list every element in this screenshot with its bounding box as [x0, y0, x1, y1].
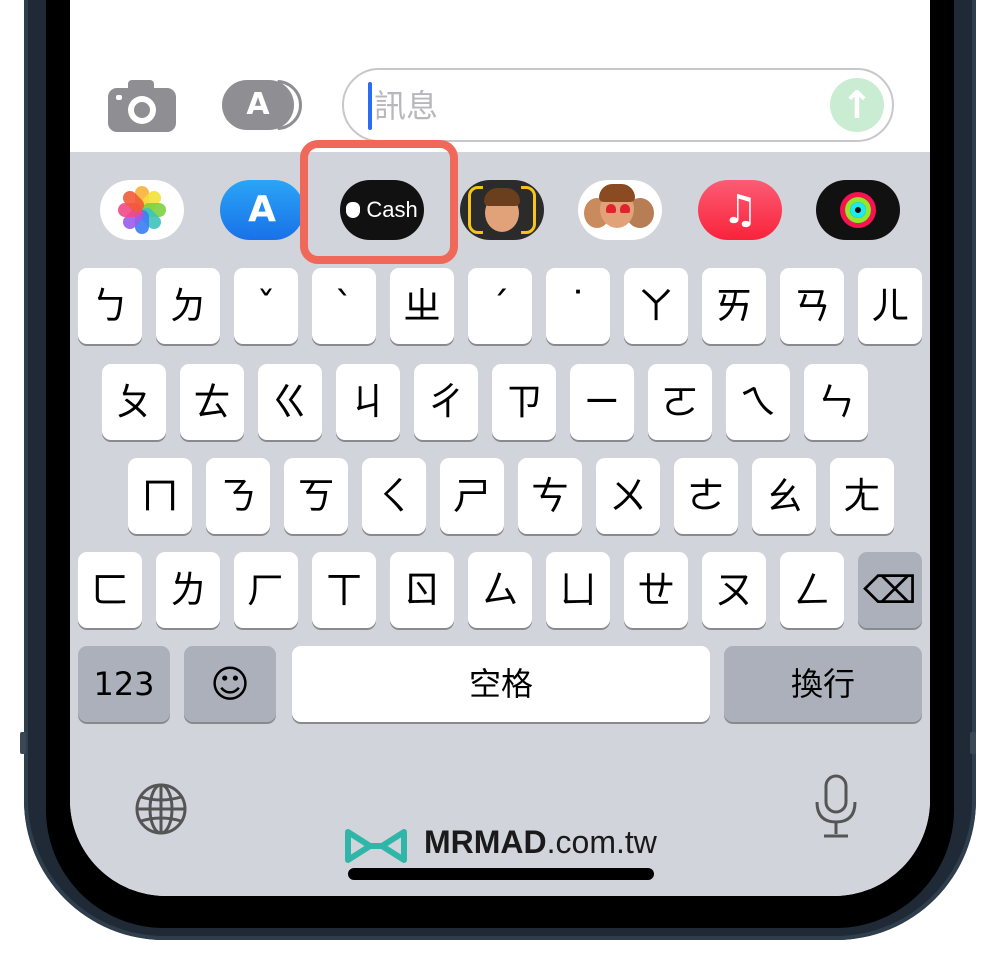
app-store-icon: A	[248, 189, 276, 230]
key-row4-9[interactable]: ㄡ	[702, 552, 766, 628]
keyboard-area: A Cash ♫ ㄅ ㄉ ˇ ˋ ㄓ ˊ ˙ ㄚ ㄞ ㄢ ㄦ ㄆ ㄊ ㄍ ㄐ ㄔ…	[70, 140, 930, 896]
key-row2-6[interactable]: ㄗ	[492, 364, 556, 440]
key-row3-4[interactable]: ㄑ	[362, 458, 426, 534]
watermark: MRMAD.com.tw	[340, 822, 680, 872]
app-store-icon: A	[222, 80, 294, 130]
text-cursor	[368, 82, 372, 130]
key-row4-8[interactable]: ㄝ	[624, 552, 688, 628]
key-row4-2[interactable]: ㄌ	[156, 552, 220, 628]
app-store-app-button[interactable]: A	[220, 180, 304, 240]
key-row1-6[interactable]: ˊ	[468, 268, 532, 344]
activity-app-button[interactable]	[816, 180, 900, 240]
microphone-icon[interactable]	[812, 774, 860, 840]
app-drawer: A Cash ♫	[70, 176, 930, 246]
photos-icon	[100, 180, 184, 240]
key-row4-4[interactable]: ㄒ	[312, 552, 376, 628]
key-row1-4[interactable]: ˋ	[312, 268, 376, 344]
key-row3-2[interactable]: ㄋ	[206, 458, 270, 534]
key-row1-9[interactable]: ㄞ	[702, 268, 766, 344]
key-row2-7[interactable]: ㄧ	[570, 364, 634, 440]
key-row3-6[interactable]: ㄘ	[518, 458, 582, 534]
arrow-up-icon: ↑	[841, 83, 873, 127]
key-row2-1[interactable]: ㄆ	[102, 364, 166, 440]
key-row3-1[interactable]: ㄇ	[128, 458, 192, 534]
key-row2-4[interactable]: ㄐ	[336, 364, 400, 440]
memoji-stickers-icon	[578, 180, 662, 240]
key-row2-10[interactable]: ㄣ	[804, 364, 868, 440]
music-app-button[interactable]: ♫	[698, 180, 782, 240]
key-row1-10[interactable]: ㄢ	[780, 268, 844, 344]
photos-app-button[interactable]	[100, 180, 184, 240]
mrmad-logo-icon	[344, 826, 408, 866]
key-row3-9[interactable]: ㄠ	[752, 458, 816, 534]
side-button-right	[970, 732, 976, 754]
memoji-app-button[interactable]	[460, 180, 544, 240]
key-row1-1[interactable]: ㄅ	[78, 268, 142, 344]
send-button[interactable]: ↑	[830, 78, 884, 132]
key-row3-3[interactable]: ㄎ	[284, 458, 348, 534]
key-row3-8[interactable]: ㄜ	[674, 458, 738, 534]
message-placeholder: 訊息	[374, 87, 439, 125]
message-input-bar: A 訊息 ↑	[70, 0, 930, 152]
key-row1-5[interactable]: ㄓ	[390, 268, 454, 344]
key-row4-10[interactable]: ㄥ	[780, 552, 844, 628]
key-row4-7[interactable]: ㄩ	[546, 552, 610, 628]
camera-button[interactable]	[108, 80, 176, 132]
key-row2-8[interactable]: ㄛ	[648, 364, 712, 440]
globe-icon[interactable]	[134, 782, 188, 836]
key-row4-6[interactable]: ㄙ	[468, 552, 532, 628]
key-row1-3[interactable]: ˇ	[234, 268, 298, 344]
memoji-stickers-app-button[interactable]	[578, 180, 662, 240]
music-note-icon: ♫	[722, 187, 758, 233]
key-row3-10[interactable]: ㄤ	[830, 458, 894, 534]
space-key[interactable]: 空格	[292, 646, 710, 722]
key-row1-2[interactable]: ㄉ	[156, 268, 220, 344]
home-indicator	[348, 868, 654, 880]
key-row2-9[interactable]: ㄟ	[726, 364, 790, 440]
watermark-domain: .com.tw	[546, 824, 657, 860]
key-row2-3[interactable]: ㄍ	[258, 364, 322, 440]
key-row1-7[interactable]: ˙	[546, 268, 610, 344]
return-key[interactable]: 換行	[724, 646, 922, 722]
key-row2-5[interactable]: ㄔ	[414, 364, 478, 440]
key-row3-7[interactable]: ㄨ	[596, 458, 660, 534]
memoji-icon	[460, 180, 544, 240]
apps-drawer-button[interactable]: A	[222, 80, 306, 134]
key-row2-2[interactable]: ㄊ	[180, 364, 244, 440]
delete-key[interactable]: ⌫	[858, 552, 922, 628]
apple-cash-highlight-box	[300, 140, 458, 264]
key-row1-8[interactable]: ㄚ	[624, 268, 688, 344]
activity-rings-icon	[816, 180, 900, 240]
key-row4-1[interactable]: ㄈ	[78, 552, 142, 628]
key-row1-11[interactable]: ㄦ	[858, 268, 922, 344]
key-row4-5[interactable]: ㄖ	[390, 552, 454, 628]
key-row4-3[interactable]: ㄏ	[234, 552, 298, 628]
emoji-key[interactable]: ☺	[184, 646, 276, 722]
numbers-key[interactable]: 123	[78, 646, 170, 722]
message-input[interactable]: 訊息 ↑	[342, 68, 894, 142]
side-button-left	[20, 732, 26, 754]
watermark-brand: MRMAD	[424, 824, 547, 860]
watermark-text: MRMAD.com.tw	[424, 824, 657, 861]
key-row3-5[interactable]: ㄕ	[440, 458, 504, 534]
screen: A 訊息 ↑ A Cash ♫ ㄅ ㄉ ˇ ˋ ㄓ ˊ ˙ ㄚ ㄞ ㄢ ㄦ ㄆ …	[70, 0, 930, 896]
